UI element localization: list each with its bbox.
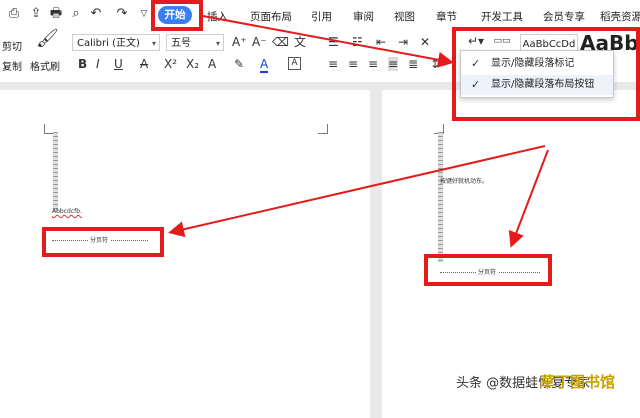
arrow: [508, 149, 549, 248]
arrow: [168, 145, 546, 238]
watermark-brand: 草丁图书馆: [540, 373, 616, 391]
annotation-arrows: [168, 15, 549, 248]
arrow: [202, 15, 454, 68]
